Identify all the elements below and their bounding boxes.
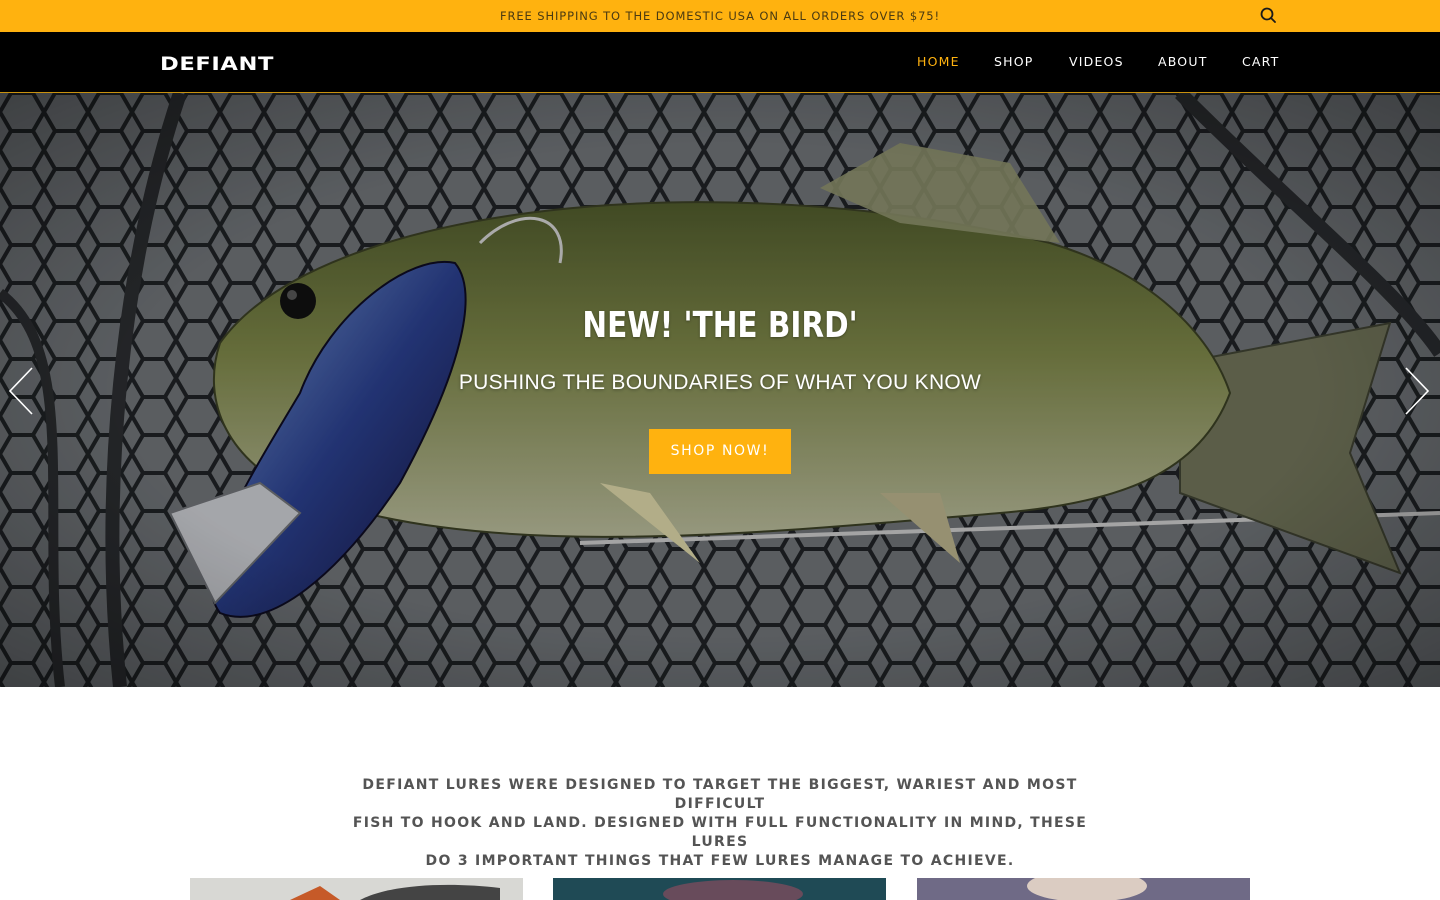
feature-card-image xyxy=(190,878,523,900)
hero-title: NEW! 'THE BIRD' xyxy=(582,305,858,346)
nav-videos[interactable]: VIDEOS xyxy=(1069,32,1124,92)
search-button[interactable] xyxy=(1256,4,1280,28)
logo[interactable]: DEFIANT xyxy=(160,51,276,75)
hero-subtitle: PUSHING THE BOUNDARIES OF WHAT YOU KNOW xyxy=(458,371,982,394)
feature-card[interactable] xyxy=(553,878,886,900)
chevron-left-icon xyxy=(8,367,33,415)
nav-cart[interactable]: CART xyxy=(1242,32,1280,92)
nav-shop[interactable]: SHOP xyxy=(994,32,1034,92)
hero-slider: NEW! 'THE BIRD' PUSHING THE BOUNDARIES O… xyxy=(0,93,1440,687)
svg-text:DEFIANT: DEFIANT xyxy=(160,53,274,73)
defiant-logo: DEFIANT xyxy=(160,53,274,75)
main-header: DEFIANT HOME SHOP VIDEOS ABOUT CART xyxy=(0,32,1440,93)
nav-about[interactable]: ABOUT xyxy=(1158,32,1208,92)
slider-prev-button[interactable] xyxy=(6,365,36,417)
feature-card[interactable] xyxy=(190,878,523,900)
shop-now-button[interactable]: SHOP NOW! xyxy=(649,429,791,474)
feature-card-image xyxy=(917,878,1250,900)
announcement-text: FREE SHIPPING TO THE DOMESTIC USA ON ALL… xyxy=(499,9,941,23)
intro-line: FISH TO HOOK AND LAND. DESIGNED WITH FUL… xyxy=(352,815,1088,850)
announcement-bar: FREE SHIPPING TO THE DOMESTIC USA ON ALL… xyxy=(0,0,1440,32)
intro-text: DEFIANT LURES WERE DESIGNED TO TARGET TH… xyxy=(350,776,1090,871)
search-icon xyxy=(1260,7,1276,23)
feature-card[interactable] xyxy=(917,878,1250,900)
nav-home[interactable]: HOME xyxy=(917,32,960,92)
intro-line: DEFIANT LURES WERE DESIGNED TO TARGET TH… xyxy=(362,777,1078,812)
slider-next-button[interactable] xyxy=(1402,365,1432,417)
chevron-right-icon xyxy=(1405,367,1430,415)
intro-line: DO 3 IMPORTANT THINGS THAT FEW LURES MAN… xyxy=(425,853,1015,869)
feature-card-image xyxy=(553,878,886,900)
